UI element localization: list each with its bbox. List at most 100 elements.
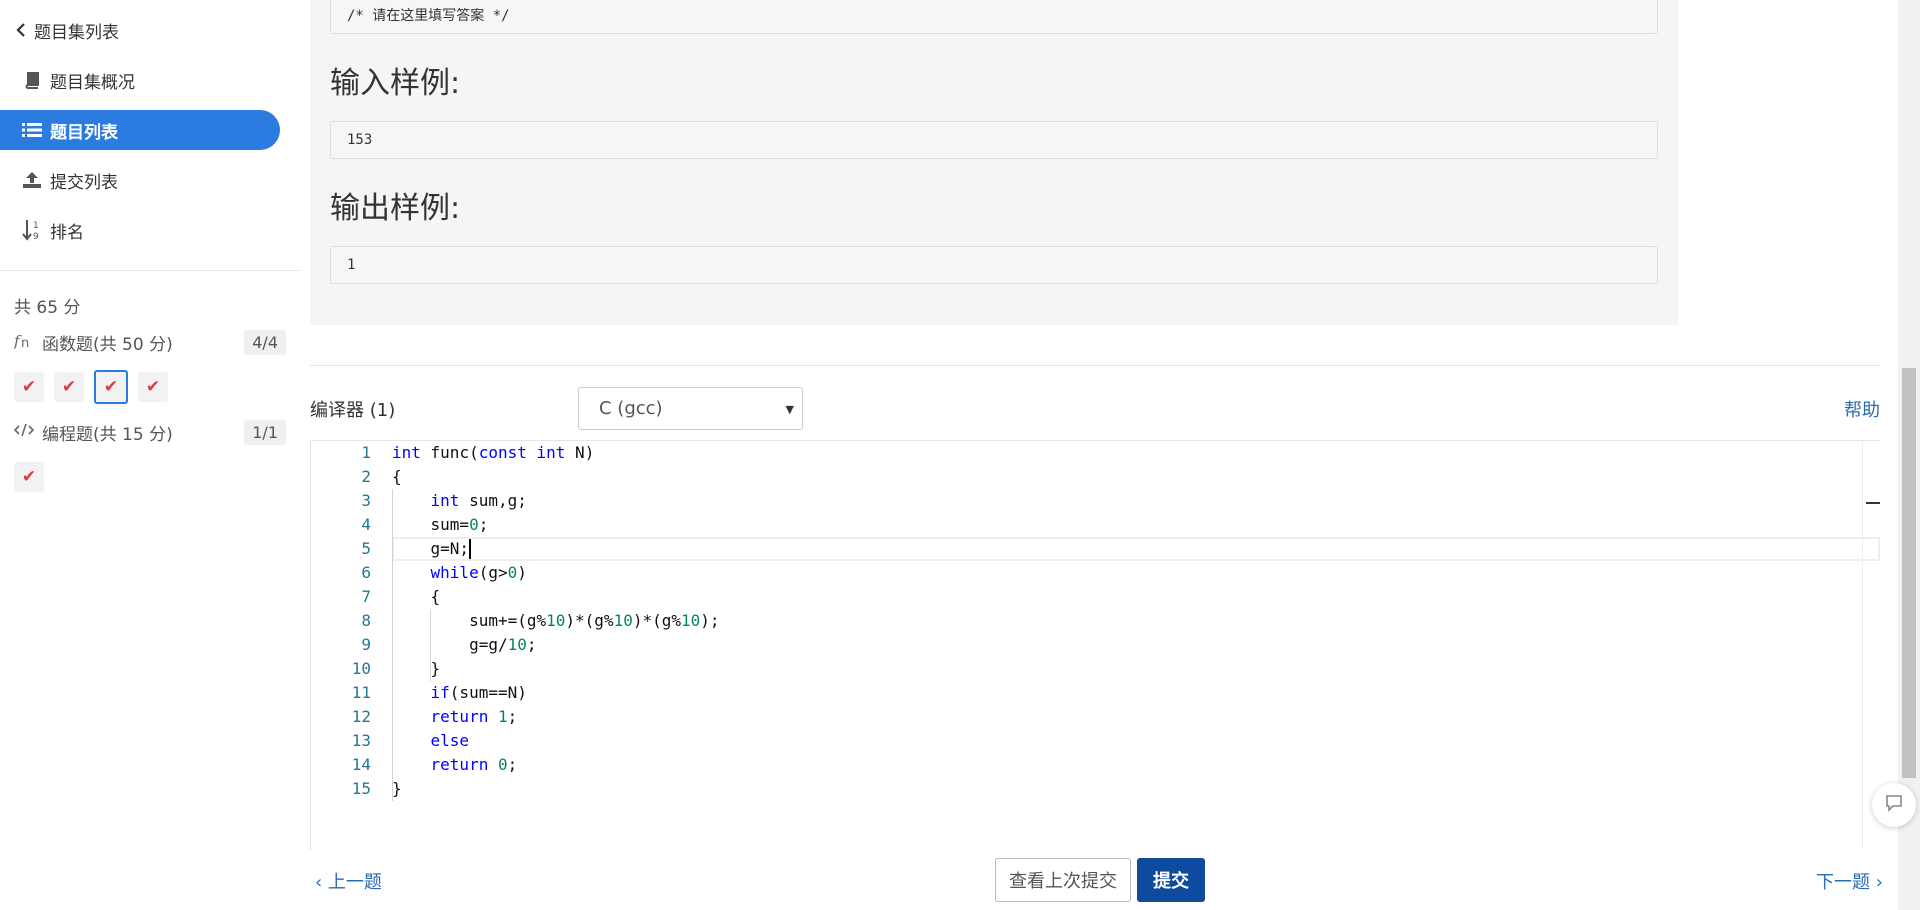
sidebar-item-submissions[interactable]: 提交列表: [20, 160, 118, 200]
svg-text:9: 9: [33, 232, 39, 241]
text-cursor: [468, 539, 471, 559]
back-label: 题目集列表: [34, 22, 119, 43]
code-line: g=N;: [392, 539, 470, 558]
indent-guide: [430, 609, 432, 681]
check-icon: ✔: [145, 377, 161, 397]
sort-numeric-icon: 19: [20, 219, 44, 241]
chevron-left-icon: ‹: [315, 872, 328, 893]
line-number: 2: [361, 467, 371, 486]
code-line: {: [392, 587, 441, 606]
code-line: g=g/10;: [392, 635, 537, 654]
code-line: while(g>0): [430, 563, 527, 582]
category-function-problems: fn 函数题(共 50 分) 4/4: [13, 328, 286, 356]
previous-problem-button[interactable]: ‹ 上一题: [315, 868, 382, 894]
category-programming-problems: 编程题(共 15 分) 1/1: [13, 418, 286, 446]
function-icon: fn: [13, 331, 38, 353]
category-label: 编程题(共 15 分): [42, 424, 173, 445]
upload-icon: [20, 171, 44, 189]
line-number: 4: [361, 515, 371, 534]
sidebar-item-label: 提交列表: [50, 172, 118, 193]
problem-chip-active[interactable]: ✔: [94, 370, 128, 404]
sidebar-item-label: 题目集概况: [50, 72, 135, 93]
chevron-left-icon: [14, 23, 28, 37]
problem-statement-panel: /* 请在这里填写答案 */ 输入样例: 153 输出样例: 1: [310, 0, 1678, 325]
sidebar-item-problem-list[interactable]: 题目列表: [0, 110, 280, 150]
code-line: sum=0;: [392, 515, 489, 534]
line-number: 9: [361, 635, 371, 654]
feedback-icon: [1885, 794, 1903, 817]
help-link[interactable]: 帮助: [1844, 396, 1880, 422]
code-line: if(sum==N): [430, 683, 527, 702]
category-count: 1/1: [244, 419, 286, 445]
sample-output-heading: 输出样例:: [330, 191, 461, 226]
svg-text:n: n: [21, 336, 29, 349]
problem-chip[interactable]: ✔: [14, 462, 44, 492]
language-select[interactable]: C (gcc) ▼: [578, 387, 803, 430]
code-line: return 1;: [430, 707, 518, 726]
submit-button[interactable]: 提交: [1137, 858, 1205, 902]
sample-input-block: 153: [330, 121, 1658, 159]
sidebar-item-ranking[interactable]: 19 排名: [20, 210, 84, 250]
book-icon: [20, 71, 44, 89]
back-to-problem-sets-link[interactable]: 题目集列表: [14, 10, 119, 50]
code-editor[interactable]: 1 2 3 4 5 6 7 8 9 10 11 12 13 14 15 int func(const int…: [310, 440, 1880, 850]
code-area[interactable]: int func(const int N) { int sum,g; sum=0;…: [392, 441, 1860, 850]
line-number: 13: [351, 731, 371, 750]
category-count: 4/4: [244, 329, 286, 355]
check-icon: ✔: [21, 377, 37, 397]
total-score: 共 65 分: [14, 298, 81, 318]
code-line: }: [392, 779, 402, 798]
sidebar-item-label: 题目列表: [50, 122, 118, 143]
sample-input-heading: 输入样例:: [330, 66, 461, 101]
main-divider: [310, 365, 1880, 366]
caret-down-icon: ▼: [785, 403, 794, 416]
compiler-label: 编译器 (1): [310, 400, 396, 421]
line-number-gutter: 1 2 3 4 5 6 7 8 9 10 11 12 13 14 15: [311, 441, 371, 850]
view-last-submission-button[interactable]: 查看上次提交: [995, 858, 1131, 902]
programming-problem-chips: ✔: [14, 462, 44, 492]
next-problem-button[interactable]: 下一题 ›: [1816, 868, 1883, 894]
check-icon: ✔: [103, 377, 119, 397]
page-scrollbar[interactable]: [1898, 0, 1920, 910]
code-line: int func(const int N): [392, 443, 595, 462]
next-label: 下一题: [1816, 872, 1870, 893]
line-number: 15: [351, 779, 371, 798]
check-icon: ✔: [21, 467, 37, 487]
line-number: 1: [361, 443, 371, 462]
code-line: else: [430, 731, 470, 750]
code-line: int sum,g;: [430, 491, 527, 510]
sidebar-divider: [0, 270, 300, 271]
list-icon: [20, 122, 44, 138]
code-line: sum+=(g%10)*(g%10)*(g%10);: [392, 611, 720, 630]
language-value: C (gcc): [599, 398, 663, 419]
line-number: 5: [361, 539, 371, 558]
problem-chip[interactable]: ✔: [54, 372, 84, 402]
line-number: 10: [351, 659, 371, 678]
line-number: 6: [361, 563, 371, 582]
line-number: 8: [361, 611, 371, 630]
sidebar-item-label: 排名: [50, 222, 84, 243]
line-number: 12: [351, 707, 371, 726]
sidebar: 题目集列表 题目集概况 题目列表 提交列表 19 排名 共 65 分 f n 函…: [0, 0, 300, 910]
problem-chip[interactable]: ✔: [14, 372, 44, 402]
code-icon: [13, 422, 38, 442]
page-scrollbar-thumb[interactable]: [1902, 368, 1916, 778]
svg-text:1: 1: [33, 221, 39, 231]
line-number: 7: [361, 587, 371, 606]
sample-output-block: 1: [330, 246, 1658, 284]
code-line: }: [392, 659, 441, 678]
line-number: 3: [361, 491, 371, 510]
chevron-right-icon: ›: [1870, 872, 1883, 893]
check-icon: ✔: [61, 377, 77, 397]
function-problem-chips: ✔ ✔ ✔ ✔: [14, 370, 168, 404]
code-line: return 0;: [430, 755, 518, 774]
sidebar-item-overview[interactable]: 题目集概况: [20, 60, 135, 100]
feedback-float-button[interactable]: [1872, 783, 1916, 827]
indent-guide: [392, 489, 393, 801]
code-line: {: [392, 467, 402, 486]
category-label: 函数题(共 50 分): [42, 334, 173, 355]
line-number: 14: [351, 755, 371, 774]
problem-chip[interactable]: ✔: [138, 372, 168, 402]
line-number: 11: [351, 683, 371, 702]
answer-placeholder-block: /* 请在这里填写答案 */: [330, 0, 1658, 34]
